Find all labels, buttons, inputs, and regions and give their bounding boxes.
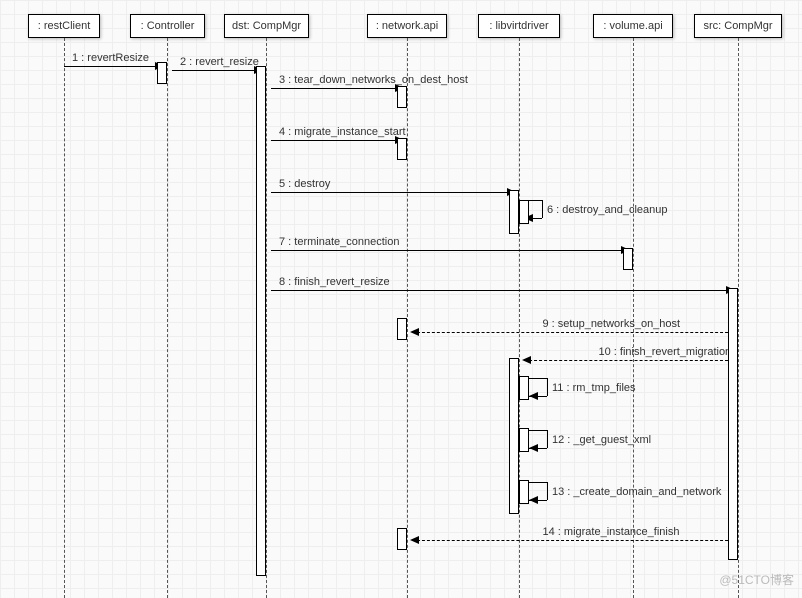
lifeline-2 (266, 38, 267, 598)
activation-12 (519, 480, 529, 504)
lifeline-1 (167, 38, 168, 598)
activation-1 (256, 66, 266, 576)
msg-1 (64, 66, 162, 67)
participant-5: : volume.api (593, 14, 673, 38)
msg-9 (412, 332, 733, 333)
activation-2 (397, 86, 407, 108)
msg-label-5: 5 : destroy (279, 178, 330, 190)
msg-label-13: 13 : _create_domain_and_network (552, 486, 721, 498)
msg-4 (271, 140, 402, 141)
msg-label-11: 11 : rm_tmp_files (552, 382, 636, 394)
msg-8 (271, 290, 733, 291)
msg-label-3: 3 : tear_down_networks_on_dest_host (279, 74, 468, 86)
activation-0 (157, 62, 167, 84)
activation-4 (509, 190, 519, 234)
msg-label-12: 12 : _get_guest_xml (552, 434, 651, 446)
msg-14 (412, 540, 733, 541)
participant-6: src: CompMgr (694, 14, 782, 38)
watermark: @51CTO博客 (719, 571, 794, 588)
lifeline-6 (738, 38, 739, 598)
msg-label-2: 2 : revert_resize (180, 56, 259, 68)
participant-4: : libvirtdriver (478, 14, 560, 38)
msg-10 (524, 360, 733, 361)
msg-label-10: 10 : finish_revert_migration (599, 346, 732, 358)
msg-5 (271, 192, 514, 193)
participant-0: : restClient (28, 14, 100, 38)
msg-label-1: 1 : revertResize (72, 52, 149, 64)
msg-label-9: 9 : setup_networks_on_host (543, 318, 681, 330)
msg-7 (271, 250, 628, 251)
lifeline-0 (64, 38, 65, 598)
activation-13 (397, 528, 407, 550)
lifeline-4 (519, 38, 520, 598)
activation-11 (519, 428, 529, 452)
activation-7 (728, 288, 738, 560)
msg-label-6: 6 : destroy_and_cleanup (547, 204, 667, 216)
participant-1: : Controller (130, 14, 205, 38)
activation-10 (519, 376, 529, 400)
msg-label-14: 14 : migrate_instance_finish (543, 526, 680, 538)
activation-5 (519, 200, 529, 224)
msg-label-7: 7 : terminate_connection (279, 236, 399, 248)
activation-3 (397, 138, 407, 160)
activation-9 (509, 358, 519, 514)
lifeline-3 (407, 38, 408, 598)
participant-2: dst: CompMgr (224, 14, 309, 38)
participant-3: : network.api (367, 14, 447, 38)
msg-2 (172, 70, 261, 71)
msg-label-4: 4 : migrate_instance_start (279, 126, 406, 138)
msg-label-8: 8 : finish_revert_resize (279, 276, 390, 288)
activation-6 (623, 248, 633, 270)
activation-8 (397, 318, 407, 340)
msg-3 (271, 88, 402, 89)
